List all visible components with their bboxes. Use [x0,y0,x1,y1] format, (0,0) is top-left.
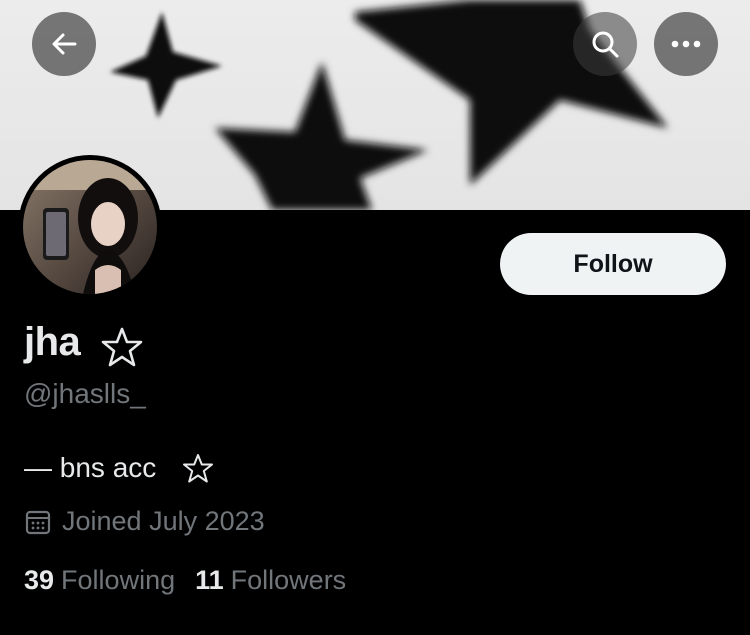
calendar-icon [25,510,51,534]
following-link[interactable]: 39 Following [24,565,175,596]
search-icon [592,31,619,58]
search-button[interactable] [573,12,637,76]
follow-button-label: Follow [573,249,653,278]
follow-button[interactable]: Follow [500,233,726,295]
followers-count: 11 [195,565,224,595]
following-label: Following [61,565,176,595]
display-name: jha [24,320,81,364]
follow-stats: 39 Following 11 Followers [24,565,346,596]
more-options-button[interactable] [654,12,718,76]
avatar-photo [23,160,157,294]
star-outline-icon [183,454,213,483]
followers-link[interactable]: 11 Followers [195,565,346,596]
back-button[interactable] [32,12,96,76]
arrow-left-icon [52,33,77,55]
joined-date-text: Joined July 2023 [62,506,265,536]
followers-label: Followers [230,565,347,595]
more-horizontal-icon [671,40,701,48]
avatar[interactable] [18,155,162,299]
username-handle: @jhaslls_ [24,378,146,409]
joined-date: Joined July 2023 [24,506,265,537]
following-count: 39 [24,565,55,595]
bio-text: — bns acc [24,452,157,483]
star-outline-icon [101,327,143,367]
